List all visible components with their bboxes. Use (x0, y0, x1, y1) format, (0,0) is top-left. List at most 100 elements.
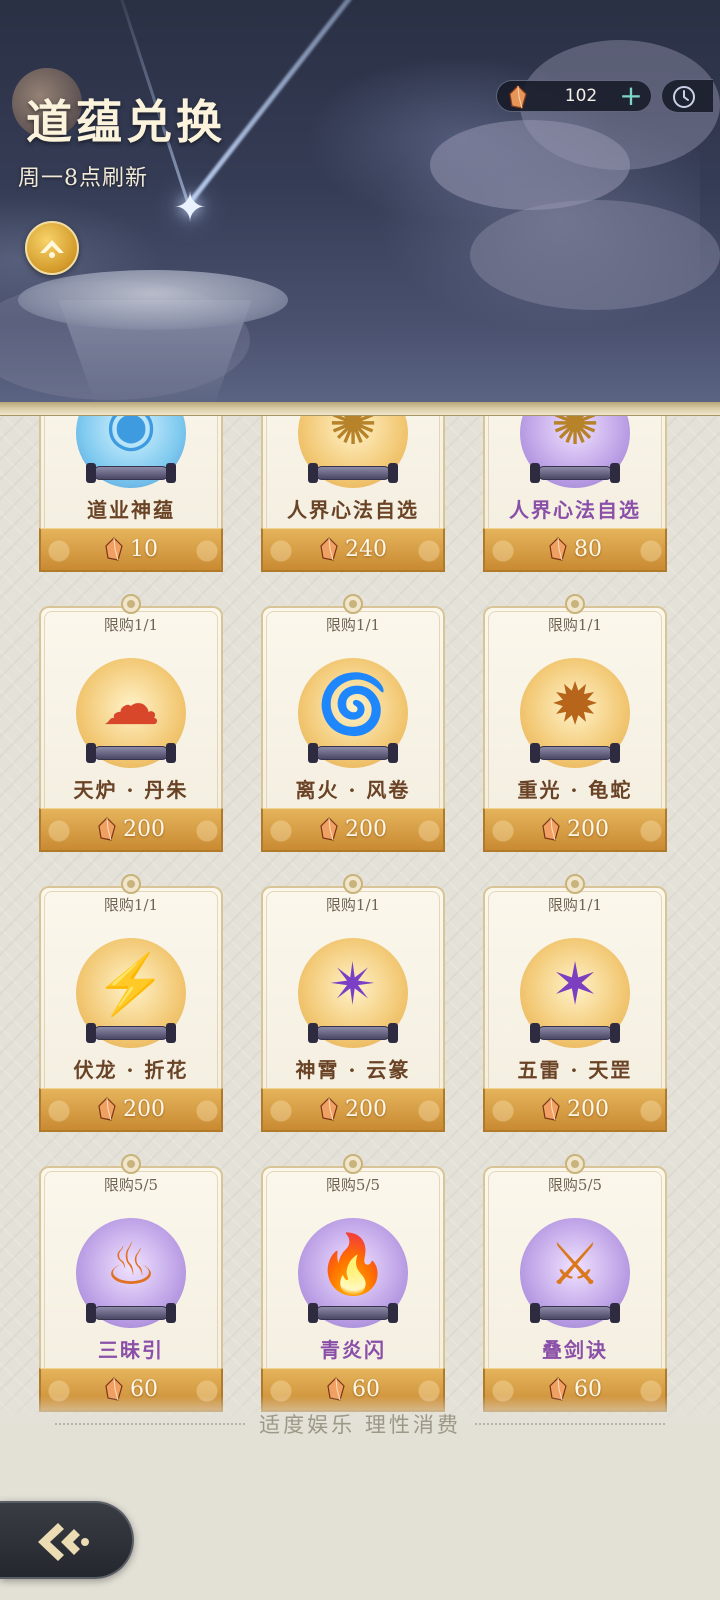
price-content: 200 (485, 809, 665, 849)
twin-swords-icon: ⚔ (549, 1230, 601, 1298)
shop-item-card[interactable]: 限购1/1 ☁ 天炉 · 丹朱 200 (39, 594, 223, 852)
item-name: 重光 · 龟蛇 (517, 778, 633, 802)
divider-line (55, 1423, 246, 1425)
ember-crystal-icon (320, 817, 338, 841)
notice-text: 适度娱乐 理性消费 (259, 1413, 461, 1437)
divider-line (474, 1423, 665, 1425)
ascend-emblem-icon[interactable] (25, 221, 79, 275)
refresh-note: 周一8点刷新 (18, 166, 148, 191)
back-button[interactable] (0, 1501, 134, 1579)
ember-crystal-icon (98, 817, 116, 841)
price-button[interactable]: 10 (39, 528, 223, 572)
price-value: 200 (567, 1096, 609, 1122)
purchase-limit: 限购1/1 (325, 616, 381, 634)
purchase-limit: 限购1/1 (547, 896, 603, 914)
shop-item-card[interactable]: 限购1/1 ✹ 重光 · 龟蛇 200 (483, 594, 667, 852)
price-value: 200 (345, 816, 387, 842)
currency-value: 102 (564, 86, 598, 106)
item-name: 天炉 · 丹朱 (73, 778, 189, 802)
item-name: 五雷 · 天罡 (517, 1058, 633, 1082)
price-button[interactable]: 80 (483, 528, 667, 572)
item-name: 离火 · 风卷 (295, 778, 411, 802)
card-pin-icon (565, 594, 585, 614)
purchase-limit: 限购1/1 (547, 616, 603, 634)
price-content: 200 (485, 1089, 665, 1129)
item-name: 三昧引 (98, 1338, 164, 1362)
clock-icon (673, 86, 695, 108)
spirit-orb-icon: ◉ (105, 416, 157, 458)
price-button[interactable]: 240 (261, 528, 445, 572)
shop-item-card[interactable]: 限购1/1 ⚡ 伏龙 · 折花 200 (39, 874, 223, 1132)
price-button[interactable]: 200 (39, 1088, 223, 1132)
golden-tome-icon: ✺ (550, 416, 600, 458)
card-pin-icon (121, 1154, 141, 1174)
scroll-icon (530, 1023, 620, 1043)
card-pin-icon (565, 1154, 585, 1174)
header-banner: ✦ 道蕴兑换 周一8点刷新 102 + (0, 0, 720, 412)
cloud-decoration (470, 200, 720, 310)
scroll-icon (530, 743, 620, 763)
shop-item-card[interactable]: ◉ 道业神蕴 10 (39, 416, 223, 572)
price-value: 200 (345, 1096, 387, 1122)
price-content: 80 (485, 529, 665, 569)
purchase-limit: 限购1/1 (103, 616, 159, 634)
shop-item-card[interactable]: 限购5/5 🔥 青炎闪 60 (261, 1154, 445, 1412)
history-button[interactable] (661, 79, 713, 113)
price-content: 200 (41, 1089, 221, 1129)
ember-crystal-icon (542, 817, 560, 841)
golden-tome-icon: ✺ (328, 416, 378, 458)
shop-item-card[interactable]: 限购5/5 ⚔ 叠剑诀 60 (483, 1154, 667, 1412)
price-button[interactable]: 200 (261, 1088, 445, 1132)
price-button[interactable]: 200 (483, 808, 667, 852)
item-name: 青炎闪 (320, 1338, 386, 1362)
price-value: 200 (123, 1096, 165, 1122)
shop-item-card[interactable]: 限购1/1 ✴ 神霄 · 云篆 200 (261, 874, 445, 1132)
shop-item-card[interactable]: 限购5/5 ♨ 三昧引 60 (39, 1154, 223, 1412)
item-name: 道业神蕴 (87, 498, 175, 522)
ember-crystal-icon (509, 85, 527, 109)
shop-item-card[interactable]: 限购1/1 ✶ 五雷 · 天罡 200 (483, 874, 667, 1132)
currency-display: 102 + (496, 80, 652, 112)
ember-crystal-icon (542, 1097, 560, 1121)
card-pin-icon (343, 594, 363, 614)
item-name: 神霄 · 云篆 (295, 1058, 411, 1082)
price-button[interactable]: 200 (483, 1088, 667, 1132)
purchase-limit: 限购1/1 (103, 896, 159, 914)
add-currency-button[interactable]: + (617, 82, 645, 110)
item-name: 伏龙 · 折花 (73, 1058, 189, 1082)
scroll-icon (86, 463, 176, 483)
star-sparkle-icon: ✦ (173, 185, 207, 231)
back-arrow-icon (38, 1523, 89, 1561)
flame-cloud-icon: ☁ (102, 670, 160, 738)
chevron-up-icon (40, 240, 64, 258)
red-flame-icon: 🔥 (316, 1230, 390, 1298)
purchase-limit: 限购5/5 (325, 1176, 381, 1194)
card-pin-icon (565, 874, 585, 894)
ember-crystal-icon (320, 537, 338, 561)
shop-item-card[interactable]: ✺ 人界心法自选 80 (483, 416, 667, 572)
scroll-icon (308, 1023, 398, 1043)
notice-bar: 适度娱乐 理性消费 (0, 1404, 720, 1444)
price-button[interactable]: 200 (39, 808, 223, 852)
shop-item-card[interactable]: ✺ 人界心法自选 240 (261, 416, 445, 572)
shop-grid: ◉ 道业神蕴 10 ✺ 人界心法自选 240 ✺ 人界心法自选 80 限购1/1 ☁ 天炉 · 丹朱 2… (0, 416, 720, 1424)
shop-item-card[interactable]: 限购1/1 🌀 离火 · 风卷 200 (261, 594, 445, 852)
card-pin-icon (343, 1154, 363, 1174)
scroll-icon (86, 743, 176, 763)
scroll-icon (86, 1023, 176, 1043)
price-content: 240 (263, 529, 443, 569)
price-value: 10 (130, 536, 158, 562)
price-content: 200 (41, 809, 221, 849)
ember-crystal-icon (105, 537, 123, 561)
price-button[interactable]: 200 (261, 808, 445, 852)
scroll-icon (308, 743, 398, 763)
item-name: 人界心法自选 (287, 498, 419, 522)
price-content: 10 (41, 529, 221, 569)
price-content: 200 (263, 809, 443, 849)
item-name: 人界心法自选 (509, 498, 641, 522)
price-value: 240 (345, 536, 387, 562)
card-pin-icon (121, 874, 141, 894)
scroll-icon (86, 1303, 176, 1323)
ember-crystal-icon (549, 537, 567, 561)
fire-tornado-icon: 🌀 (316, 670, 390, 738)
